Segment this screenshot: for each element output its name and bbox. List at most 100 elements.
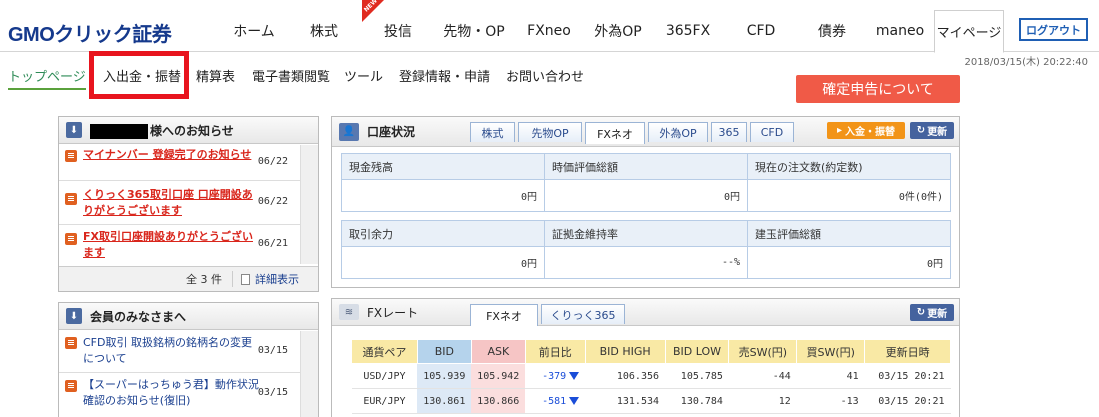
nav-365fx[interactable]: 365FX — [652, 10, 724, 52]
buy-swap-cell: -13 — [796, 388, 865, 414]
market-value-label: 時価評価総額 — [544, 153, 748, 180]
global-header: GMOクリック証券 ホーム 株式 NEW 投信 先物・OP FXneo 外為OP… — [0, 0, 1099, 53]
nav-fx-options[interactable]: 外為OP — [584, 10, 652, 52]
subnav-e-documents[interactable]: 電子書類閲覧 — [252, 66, 330, 85]
subnav-contact[interactable]: お問い合わせ — [506, 66, 584, 85]
notice-link[interactable]: FX取引口座開設ありがとうございます — [83, 229, 261, 261]
bid-cell[interactable]: 130.861 — [417, 388, 472, 414]
notice-item[interactable]: FX取引口座開設ありがとうございます 06/21 — [59, 225, 318, 265]
notice-date: 03/15 — [257, 387, 288, 398]
current-datetime: 2018/03/15(木) 20:22:40 — [964, 57, 1088, 68]
tab-futures-op[interactable]: 先物OP — [518, 122, 582, 142]
tab-fxrate-click365[interactable]: くりっく365 — [541, 304, 625, 324]
sell-swap-cell: -44 — [728, 363, 797, 389]
fxrate-header: ≋ FXレート — [332, 299, 959, 326]
change-cell: -581 — [525, 388, 586, 414]
buying-power-label: 取引余力 — [341, 220, 545, 247]
nav-funds[interactable]: NEW 投信 — [362, 0, 434, 52]
col-ask: ASK — [470, 339, 526, 364]
tab-fx-options[interactable]: 外為OP — [648, 122, 708, 142]
col-bid: BID — [416, 339, 472, 364]
buy-swap-cell: 41 — [796, 363, 865, 389]
tab-stocks[interactable]: 株式 — [470, 122, 515, 142]
download-icon: ⬇ — [66, 308, 82, 324]
detail-link[interactable]: 詳細表示 — [233, 271, 299, 287]
redacted-username — [90, 123, 148, 139]
notice-date: 06/22 — [257, 196, 288, 207]
logout-button[interactable]: ログアウト — [1019, 18, 1088, 41]
notices-scrollbar[interactable] — [300, 145, 318, 264]
deposit-transfer-button[interactable]: ▸ 入金・振替 — [827, 122, 905, 139]
down-arrow-icon — [569, 371, 580, 380]
sell-swap-cell: 12 — [728, 388, 797, 414]
subnav-top-page[interactable]: トップページ — [8, 66, 86, 85]
pair-cell: EUR/JPY — [351, 388, 418, 414]
market-value-value: 0円 — [544, 179, 748, 212]
notices-title: 様へのお知らせ — [90, 122, 234, 139]
account-tabs: 株式 先物OP FXネオ 外為OP 365 CFD — [470, 122, 797, 144]
account-title: 口座状況 — [367, 125, 416, 139]
subnav-statement[interactable]: 精算表 — [196, 66, 235, 85]
high-cell: 106.356 — [585, 363, 666, 389]
members-panel: ⬇ 会員のみなさまへ CFD取引 取扱銘柄の銘柄名の変更について 03/15 【… — [58, 302, 319, 417]
fxrate-refresh-button[interactable]: ↻ 更新 — [910, 304, 954, 321]
account-summary-grid: 現金残高 時価評価総額 現在の注文数(約定数) 0円 0円 0件(0件) — [341, 153, 951, 212]
notice-date: 06/21 — [257, 238, 288, 249]
tax-return-button[interactable]: 確定申告について — [796, 75, 960, 103]
col-change: 前日比 — [524, 339, 586, 364]
logo-click: クリック — [54, 24, 133, 46]
nav-futures-options[interactable]: 先物・OP — [434, 10, 514, 52]
subnav-tools[interactable]: ツール — [344, 66, 383, 85]
tab-cfd[interactable]: CFD — [750, 122, 794, 142]
nav-maneo[interactable]: maneo — [866, 10, 934, 52]
fx-rate-row[interactable]: EUR/JPY 130.861 130.866 -581 131.534 130… — [351, 388, 951, 414]
buying-power-value: 0円 — [341, 246, 545, 279]
download-icon: ⬇ — [66, 122, 82, 138]
member-notice-item[interactable]: 【スーパーはっちゅう君】動作状況確認のお知らせ(復旧) 03/15 — [59, 373, 318, 415]
fx-rate-row[interactable]: USD/JPY 105.939 105.942 -379 106.356 105… — [351, 363, 951, 389]
fx-rate-table: 通貨ペア BID ASK 前日比 BID HIGH BID LOW 売SW(円)… — [351, 339, 951, 414]
tab-365[interactable]: 365 — [711, 122, 747, 142]
notices-panel: ⬇ 様へのお知らせ マイナンバー 登録完了のお知らせ 06/22 くりっく365… — [58, 116, 319, 292]
notices-header: ⬇ 様へのお知らせ — [59, 117, 318, 144]
notice-link[interactable]: くりっく365取引口座 口座開設ありがとうございます — [83, 187, 261, 219]
nav-stocks[interactable]: 株式 — [286, 10, 362, 52]
col-buy-swap: 買SW(円) — [796, 339, 866, 364]
nav-home[interactable]: ホーム — [222, 10, 286, 52]
ask-cell[interactable]: 105.942 — [471, 363, 526, 389]
notice-link[interactable]: マイナンバー 登録完了のお知らせ — [83, 147, 261, 163]
ask-cell[interactable]: 130.866 — [471, 388, 526, 414]
notices-footer: 全 3 件 詳細表示 — [59, 266, 318, 291]
members-title: 会員のみなさまへ — [90, 309, 187, 324]
refresh-icon: ↻ — [916, 307, 926, 318]
nav-bonds[interactable]: 債券 — [798, 10, 866, 52]
nav-cfd[interactable]: CFD — [724, 10, 798, 52]
gmo-click-logo[interactable]: GMOクリック証券 — [8, 18, 172, 47]
cash-balance-label: 現金残高 — [341, 153, 545, 180]
col-bid-high: BID HIGH — [584, 339, 666, 364]
col-pair: 通貨ペア — [351, 339, 418, 364]
tab-fxneo[interactable]: FXネオ — [585, 122, 645, 144]
margin-ratio-value: --% — [544, 246, 748, 279]
bid-cell[interactable]: 105.939 — [417, 363, 472, 389]
tab-fxrate-fxneo[interactable]: FXネオ — [470, 304, 538, 326]
members-header: ⬇ 会員のみなさまへ — [59, 303, 318, 330]
member-notice-link[interactable]: CFD取引 取扱銘柄の銘柄名の変更について — [83, 335, 261, 367]
active-subnav-underline — [8, 88, 86, 90]
members-scrollbar[interactable] — [300, 331, 318, 417]
notice-doc-icon — [65, 150, 77, 162]
notice-doc-icon — [65, 193, 77, 205]
subnav-registration[interactable]: 登録情報・申請 — [399, 66, 490, 85]
nav-fxneo[interactable]: FXneo — [514, 10, 584, 52]
global-nav: ホーム 株式 NEW 投信 先物・OP FXneo 外為OP 365FX CFD… — [222, 0, 1004, 53]
notice-doc-icon — [65, 233, 77, 245]
member-notice-item[interactable]: CFD取引 取扱銘柄の銘柄名の変更について 03/15 — [59, 330, 318, 373]
notice-item[interactable]: マイナンバー 登録完了のお知らせ 06/22 — [59, 144, 318, 181]
member-notice-link[interactable]: 【スーパーはっちゅう君】動作状況確認のお知らせ(復旧) — [83, 377, 261, 409]
notice-item[interactable]: くりっく365取引口座 口座開設ありがとうございます 06/22 — [59, 181, 318, 225]
change-cell: -379 — [525, 363, 586, 389]
coins-icon: ≋ — [339, 304, 359, 320]
margin-ratio-label: 証拠金維持率 — [544, 220, 748, 247]
nav-mypage[interactable]: マイページ — [934, 10, 1004, 53]
account-refresh-button[interactable]: ↻ 更新 — [910, 122, 954, 139]
